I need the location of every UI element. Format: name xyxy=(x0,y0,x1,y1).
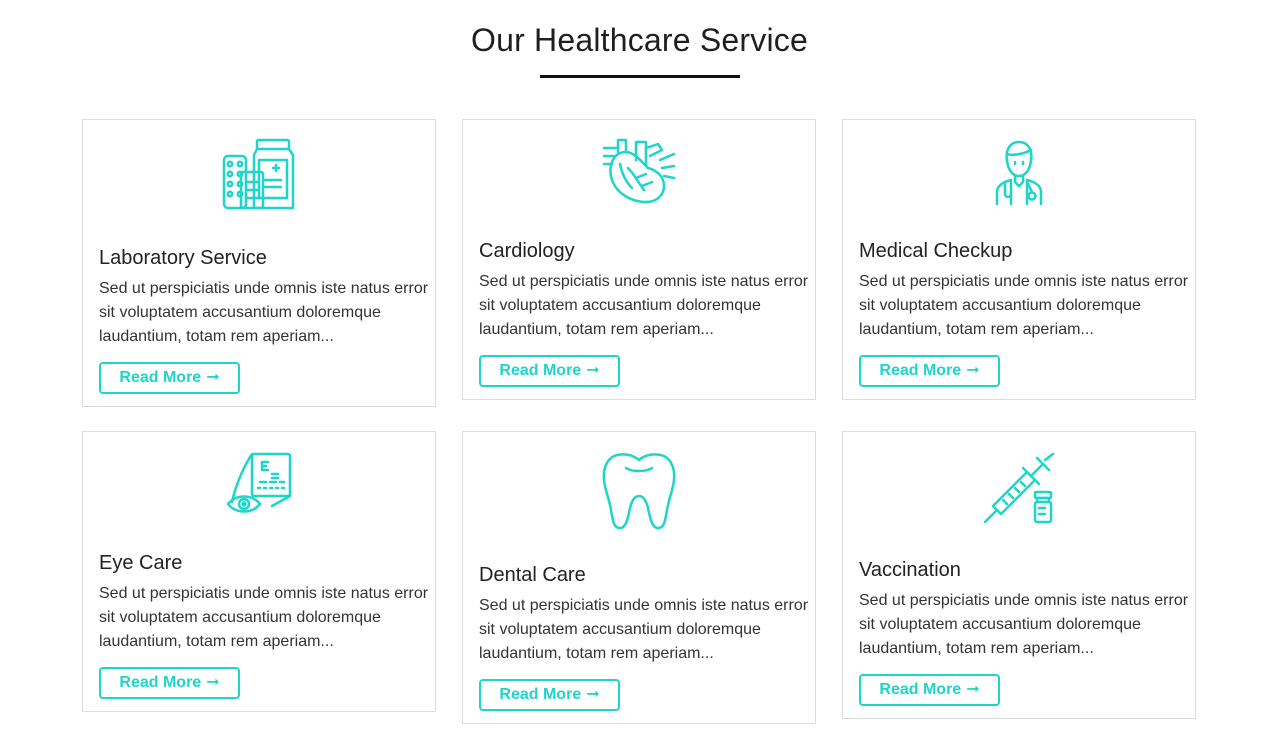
read-more-button[interactable]: Read More ➞ xyxy=(859,355,1000,387)
syringe-icon xyxy=(983,452,1055,524)
doctor-icon xyxy=(995,140,1043,206)
title-underline xyxy=(540,75,740,78)
service-card-medical-checkup: Medical Checkup Sed ut perspiciatis unde… xyxy=(842,119,1196,400)
service-card-eye-care: Eye Care Sed ut perspiciatis unde omnis … xyxy=(82,431,436,712)
read-more-button[interactable]: Read More ➞ xyxy=(99,362,240,394)
service-card-vaccination: Vaccination Sed ut perspiciatis unde omn… xyxy=(842,431,1196,719)
service-card-cardiology: Cardiology Sed ut perspiciatis unde omni… xyxy=(462,119,816,400)
eye-chart-icon xyxy=(226,452,292,513)
arrow-right-icon: ➞ xyxy=(586,362,600,379)
service-description: Sed ut perspiciatis unde omnis iste natu… xyxy=(99,585,429,650)
service-title: Vaccination xyxy=(859,559,961,581)
service-card-laboratory: Laboratory Service Sed ut perspiciatis u… xyxy=(82,119,436,407)
medicine-bottles-icon xyxy=(222,138,295,210)
read-more-label: Read More xyxy=(119,674,202,691)
service-title: Eye Care xyxy=(99,552,183,574)
read-more-button[interactable]: Read More ➞ xyxy=(479,355,620,387)
read-more-label: Read More xyxy=(499,686,582,703)
arrow-right-icon: ➞ xyxy=(206,674,220,691)
heart-icon xyxy=(602,138,676,204)
read-more-label: Read More xyxy=(119,369,202,386)
service-title: Laboratory Service xyxy=(99,247,267,269)
service-title: Cardiology xyxy=(479,240,575,262)
service-description: Sed ut perspiciatis unde omnis iste natu… xyxy=(859,592,1189,657)
service-card-dental-care: Dental Care Sed ut perspiciatis unde omn… xyxy=(462,431,816,724)
arrow-right-icon: ➞ xyxy=(966,681,980,698)
service-title: Medical Checkup xyxy=(859,240,1013,262)
service-description: Sed ut perspiciatis unde omnis iste natu… xyxy=(479,273,809,338)
service-description: Sed ut perspiciatis unde omnis iste natu… xyxy=(99,280,429,345)
service-description: Sed ut perspiciatis unde omnis iste natu… xyxy=(859,273,1189,338)
read-more-button[interactable]: Read More ➞ xyxy=(99,667,240,699)
section-title: Our Healthcare Service xyxy=(471,22,808,58)
read-more-button[interactable]: Read More ➞ xyxy=(859,674,1000,706)
tooth-icon xyxy=(602,453,676,530)
read-more-label: Read More xyxy=(499,362,582,379)
read-more-label: Read More xyxy=(879,362,962,379)
read-more-button[interactable]: Read More ➞ xyxy=(479,679,620,711)
service-title: Dental Care xyxy=(479,564,586,586)
arrow-right-icon: ➞ xyxy=(206,369,220,386)
arrow-right-icon: ➞ xyxy=(966,362,980,379)
service-description: Sed ut perspiciatis unde omnis iste natu… xyxy=(479,597,809,662)
arrow-right-icon: ➞ xyxy=(586,686,600,703)
read-more-label: Read More xyxy=(879,681,962,698)
